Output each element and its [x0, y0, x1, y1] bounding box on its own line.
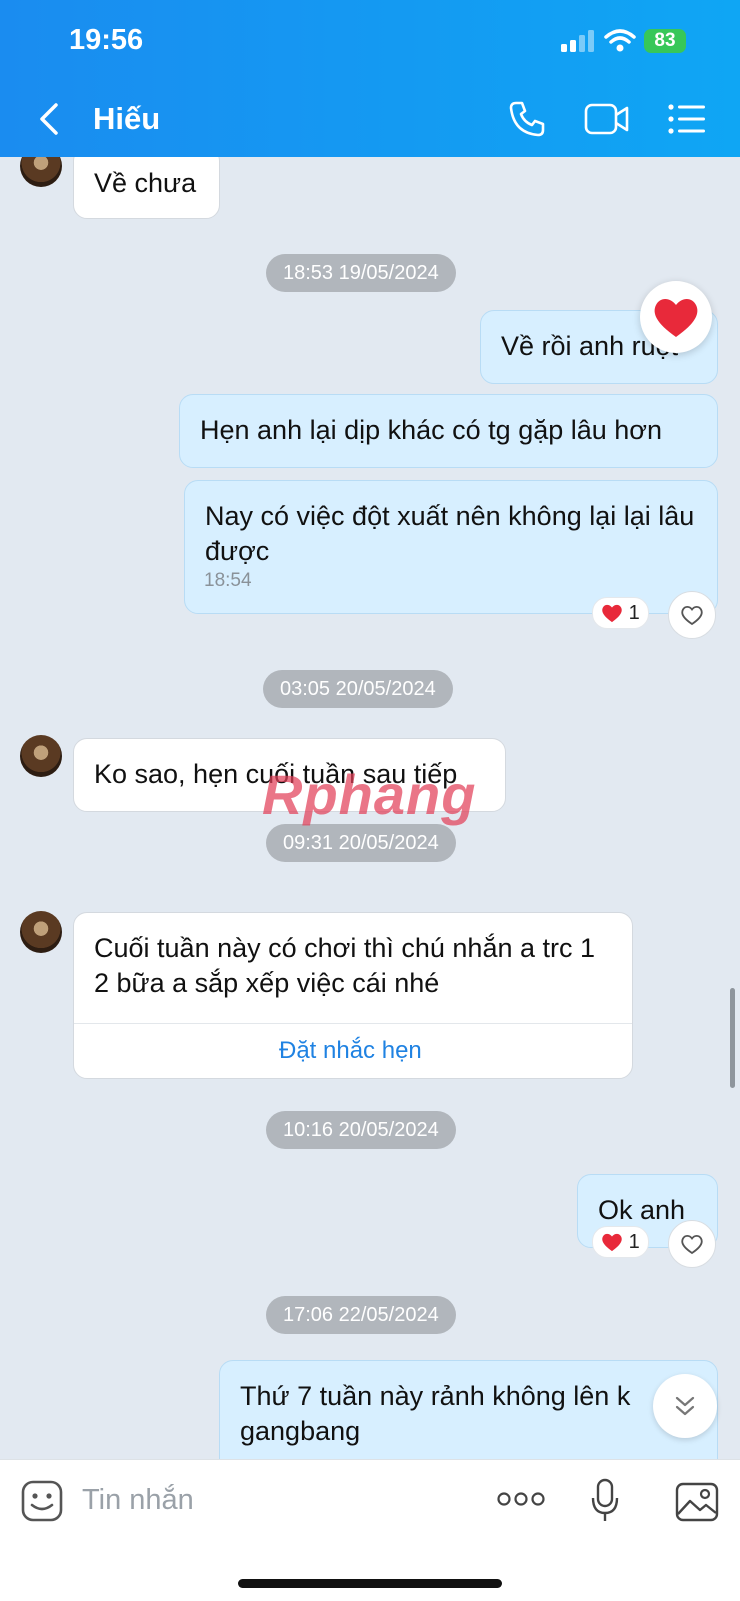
- double-chevron-down-icon: [675, 1396, 695, 1416]
- cellular-signal-icon: [561, 30, 594, 52]
- incoming-message[interactable]: Về chưa: [73, 157, 220, 219]
- phone-call-icon[interactable]: [508, 100, 546, 138]
- reaction-count[interactable]: 1: [592, 597, 649, 629]
- divider: [74, 1023, 632, 1024]
- scroll-to-bottom-button[interactable]: [653, 1374, 717, 1438]
- date-divider: 09:31 20/05/2024: [266, 824, 456, 862]
- menu-list-icon[interactable]: [668, 104, 706, 134]
- avatar[interactable]: [20, 911, 62, 953]
- wifi-icon: [604, 29, 636, 52]
- image-gallery-icon[interactable]: [675, 1482, 719, 1522]
- react-button[interactable]: [668, 591, 716, 639]
- react-button[interactable]: [668, 1220, 716, 1268]
- more-options-icon[interactable]: [497, 1491, 545, 1507]
- date-divider: 18:53 19/05/2024: [266, 254, 456, 292]
- heart-icon: [602, 604, 622, 623]
- message-text: Ok anh: [598, 1195, 686, 1225]
- back-arrow-icon[interactable]: [36, 102, 62, 136]
- reaction-picker[interactable]: [640, 281, 712, 353]
- reaction-count[interactable]: 1: [592, 1226, 649, 1258]
- date-divider: 10:16 20/05/2024: [266, 1111, 456, 1149]
- heart-outline-icon: [681, 605, 703, 626]
- heart-outline-icon: [681, 1234, 703, 1255]
- outgoing-message[interactable]: Thứ 7 tuần này rảnh không lên k gangbang: [219, 1360, 718, 1459]
- avatar[interactable]: [20, 735, 62, 777]
- heart-icon[interactable]: [652, 295, 700, 339]
- microphone-icon[interactable]: [590, 1478, 620, 1524]
- chat-header: 19:56 83 Hiếu: [0, 0, 740, 157]
- emoji-sticker-icon[interactable]: [21, 1480, 63, 1522]
- outgoing-message[interactable]: Nay có việc đột xuất nên không lại lại l…: [184, 480, 718, 614]
- message-text: Nay có việc đột xuất nên không lại lại l…: [205, 501, 695, 566]
- battery-indicator: 83: [644, 29, 686, 53]
- video-call-icon[interactable]: [584, 103, 630, 135]
- message-input[interactable]: Tin nhắn: [82, 1484, 194, 1517]
- reaction-number: 1: [628, 1231, 640, 1253]
- heart-icon: [602, 1233, 622, 1252]
- outgoing-message[interactable]: Hẹn anh lại dịp khác có tg gặp lâu hơn: [179, 394, 718, 468]
- home-indicator: [238, 1579, 502, 1588]
- date-divider: 17:06 22/05/2024: [266, 1296, 456, 1334]
- status-time: 19:56: [69, 24, 144, 56]
- date-divider: 03:05 20/05/2024: [263, 670, 453, 708]
- message-text: Về chưa: [94, 168, 197, 198]
- avatar[interactable]: [20, 157, 62, 187]
- reaction-number: 1: [628, 602, 640, 624]
- scrollbar[interactable]: [730, 988, 735, 1088]
- message-text: Cuối tuần này có chơi thì chú nhắn a trc…: [94, 933, 596, 998]
- watermark: Rphang: [262, 763, 477, 826]
- set-reminder-button[interactable]: Đặt nhắc hẹn: [279, 1037, 422, 1065]
- message-time: 18:54: [204, 570, 252, 591]
- contact-name[interactable]: Hiếu: [93, 101, 160, 137]
- message-text: Thứ 7 tuần này rảnh không lên k gangbang: [240, 1381, 631, 1446]
- message-text: Hẹn anh lại dịp khác có tg gặp lâu hơn: [200, 415, 663, 445]
